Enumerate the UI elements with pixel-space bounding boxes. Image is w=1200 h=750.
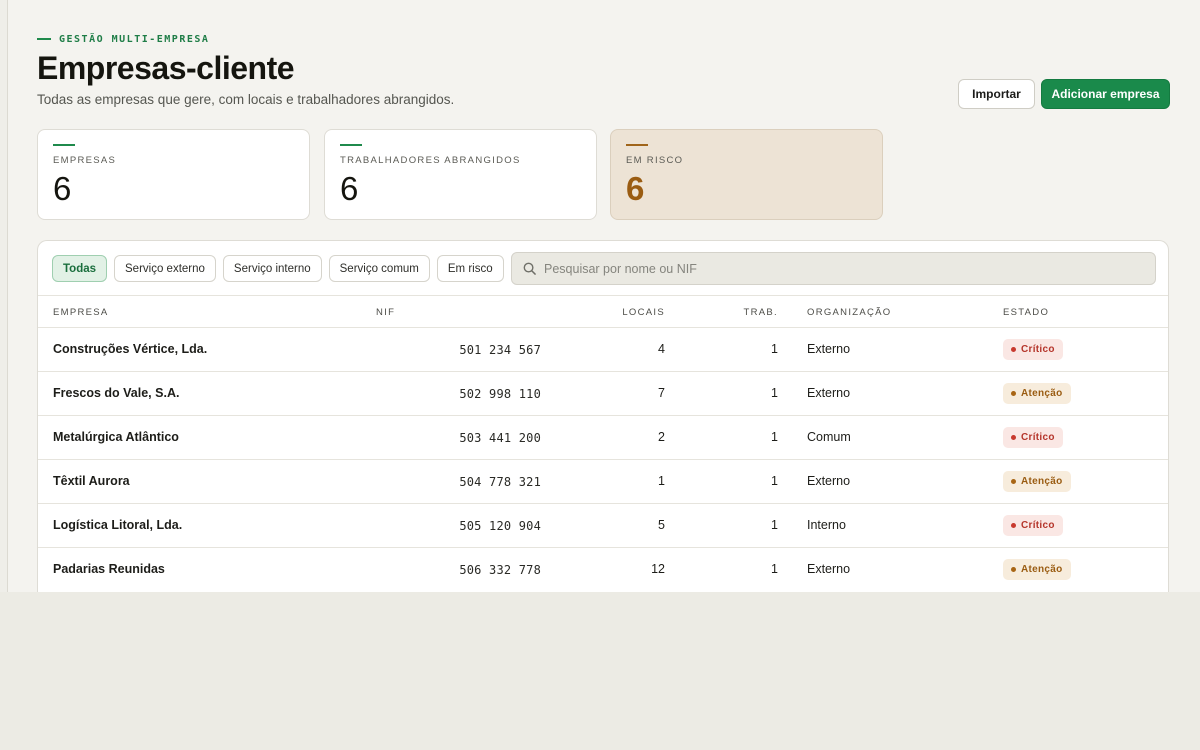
stat-card-em-risco: EM RISCO 6 — [610, 129, 883, 220]
stat-value: 6 — [626, 170, 645, 207]
cell-nif: 506 332 778 — [459, 563, 541, 577]
cell-organizacao: Interno — [807, 518, 846, 532]
stat-label: EM RISCO — [626, 155, 684, 166]
status-badge: Atenção — [1003, 559, 1071, 580]
stat-card-empresas: EMPRESAS 6 — [37, 129, 310, 220]
cell-organizacao: Comum — [807, 430, 851, 444]
stat-accent-bar — [53, 144, 75, 146]
status-badge: Crítico — [1003, 515, 1063, 536]
cell-locais: 4 — [658, 342, 665, 356]
table-row[interactable]: Padarias Reunidas 506 332 778 12 1 Exter… — [38, 548, 1168, 592]
stat-label: EMPRESAS — [53, 155, 117, 166]
table-row[interactable]: Metalúrgica Atlântico 503 441 200 2 1 Co… — [38, 416, 1168, 460]
cell-trab: 1 — [771, 562, 778, 576]
status-label: Crítico — [1021, 520, 1055, 531]
col-empresa[interactable]: EMPRESA — [53, 307, 109, 318]
status-label: Atenção — [1021, 476, 1063, 487]
filter-servico-comum[interactable]: Serviço comum — [328, 255, 430, 282]
app-main: GESTÃO MULTI-EMPRESA Empresas-cliente To… — [0, 0, 1200, 592]
cell-trab: 1 — [771, 342, 778, 356]
search-box[interactable] — [511, 252, 1156, 285]
col-estado[interactable]: ESTADO — [1003, 307, 1049, 318]
status-dot-icon — [1011, 347, 1016, 352]
search-input[interactable] — [544, 261, 1124, 276]
stat-accent-bar — [340, 144, 362, 146]
cell-empresa: Têxtil Aurora — [53, 474, 130, 488]
cell-organizacao: Externo — [807, 562, 851, 576]
status-dot-icon — [1011, 523, 1016, 528]
cell-locais: 1 — [658, 474, 665, 488]
status-dot-icon — [1011, 391, 1016, 396]
col-nif[interactable]: NIF — [376, 307, 395, 318]
cell-empresa: Frescos do Vale, S.A. — [53, 386, 180, 400]
table-row[interactable]: Frescos do Vale, S.A. 502 998 110 7 1 Ex… — [38, 372, 1168, 416]
filter-em-risco[interactable]: Em risco — [436, 255, 504, 282]
cell-trab: 1 — [771, 430, 778, 444]
status-badge: Atenção — [1003, 383, 1071, 404]
cell-empresa: Logística Litoral, Lda. — [53, 518, 183, 532]
table-header: EMPRESA NIF LOCAIS TRAB. ORGANIZAÇÃO EST… — [38, 295, 1168, 328]
status-dot-icon — [1011, 567, 1016, 572]
col-organizacao[interactable]: ORGANIZAÇÃO — [807, 307, 892, 318]
cell-nif: 502 998 110 — [459, 387, 541, 401]
status-label: Atenção — [1021, 388, 1063, 399]
cell-nif: 503 441 200 — [459, 431, 541, 445]
stat-card-trabalhadores: TRABALHADORES ABRANGIDOS 6 — [324, 129, 597, 220]
cell-organizacao: Externo — [807, 342, 851, 356]
eyebrow-dash — [37, 38, 51, 40]
cell-empresa: Construções Vértice, Lda. — [53, 342, 208, 356]
status-dot-icon — [1011, 435, 1016, 440]
cell-locais: 7 — [658, 386, 665, 400]
cell-organizacao: Externo — [807, 474, 851, 488]
cell-empresa: Padarias Reunidas — [53, 562, 165, 576]
status-label: Atenção — [1021, 564, 1063, 575]
page-title: Empresas-cliente — [37, 50, 295, 86]
table-row[interactable]: Têxtil Aurora 504 778 321 1 1 Externo At… — [38, 460, 1168, 504]
filter-servico-externo[interactable]: Serviço externo — [114, 255, 216, 282]
stat-label: TRABALHADORES ABRANGIDOS — [340, 155, 521, 166]
stat-value: 6 — [340, 170, 359, 207]
cell-empresa: Metalúrgica Atlântico — [53, 430, 179, 444]
status-label: Crítico — [1021, 432, 1055, 443]
cell-nif: 505 120 904 — [459, 519, 541, 533]
add-company-button[interactable]: Adicionar empresa — [1041, 79, 1170, 109]
section-eyebrow: GESTÃO MULTI-EMPRESA — [37, 33, 209, 45]
eyebrow-label: GESTÃO MULTI-EMPRESA — [59, 33, 210, 45]
status-label: Crítico — [1021, 344, 1055, 355]
filter-servico-interno[interactable]: Serviço interno — [222, 255, 322, 282]
status-badge: Atenção — [1003, 471, 1071, 492]
filter-chips: Todas Serviço externo Serviço interno Se… — [52, 255, 504, 282]
search-icon — [523, 262, 536, 275]
cell-organizacao: Externo — [807, 386, 851, 400]
page-subtitle: Todas as empresas que gere, com locais e… — [37, 92, 455, 107]
status-badge: Crítico — [1003, 427, 1063, 448]
cell-trab: 1 — [771, 518, 778, 532]
col-locais[interactable]: LOCAIS — [622, 307, 665, 318]
cell-trab: 1 — [771, 474, 778, 488]
table-row[interactable]: Construções Vértice, Lda. 501 234 567 4 … — [38, 328, 1168, 372]
cell-nif: 504 778 321 — [459, 475, 541, 489]
cell-nif: 501 234 567 — [459, 343, 541, 357]
col-trab[interactable]: TRAB. — [744, 307, 778, 318]
stat-accent-bar — [626, 144, 648, 146]
companies-panel: Todas Serviço externo Serviço interno Se… — [37, 240, 1169, 592]
status-badge: Crítico — [1003, 339, 1063, 360]
cell-trab: 1 — [771, 386, 778, 400]
stat-value: 6 — [53, 170, 72, 207]
table-row[interactable]: Logística Litoral, Lda. 505 120 904 5 1 … — [38, 504, 1168, 548]
cell-locais: 12 — [651, 562, 665, 576]
status-dot-icon — [1011, 479, 1016, 484]
filter-todas[interactable]: Todas — [52, 255, 108, 282]
cell-locais: 2 — [658, 430, 665, 444]
left-rail — [0, 0, 8, 592]
cell-locais: 5 — [658, 518, 665, 532]
import-button[interactable]: Importar — [958, 79, 1035, 109]
